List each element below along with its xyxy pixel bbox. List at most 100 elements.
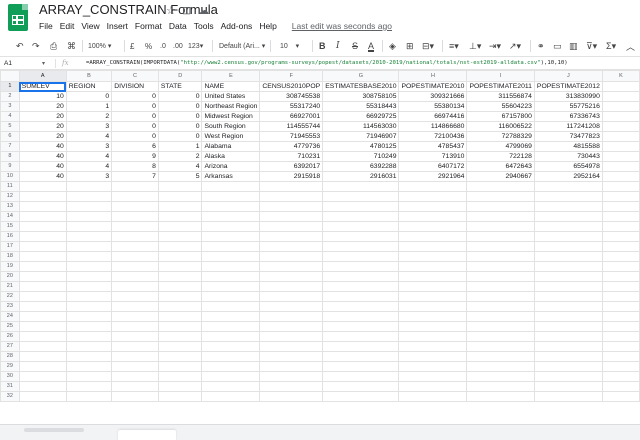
cell-b31[interactable] <box>65 381 113 392</box>
undo-icon[interactable]: ↶ <box>16 39 24 53</box>
menu-addons[interactable]: Add-ons <box>221 21 253 31</box>
cell-a12[interactable] <box>18 191 67 202</box>
cell-b24[interactable] <box>65 311 113 322</box>
cell-g32[interactable] <box>322 391 400 402</box>
font-size-select[interactable]: 10 ▾ <box>280 39 299 53</box>
cell-h6[interactable]: 72100436 <box>398 131 468 142</box>
cell-h15[interactable] <box>398 221 468 232</box>
cell-i24[interactable] <box>466 311 535 322</box>
row-header[interactable]: 7 <box>0 141 20 152</box>
cell-g3[interactable]: 55318443 <box>322 101 400 112</box>
cell-f2[interactable]: 308745538 <box>259 91 324 102</box>
cell-a15[interactable] <box>18 221 67 232</box>
cell-f24[interactable] <box>259 311 324 322</box>
cell-e6[interactable]: West Region <box>201 131 261 142</box>
cell-d32[interactable] <box>157 391 203 402</box>
cell-d8[interactable]: 2 <box>157 151 203 162</box>
cell-g19[interactable] <box>322 261 400 272</box>
cell-g30[interactable] <box>322 371 400 382</box>
column-header-g[interactable]: G <box>322 70 400 82</box>
cell-g10[interactable]: 2916031 <box>322 171 400 182</box>
cell-i2[interactable]: 311556874 <box>466 91 535 102</box>
cell-h23[interactable] <box>398 301 468 312</box>
cell-i6[interactable]: 72788329 <box>466 131 535 142</box>
cell-b17[interactable] <box>65 241 113 252</box>
cell-i18[interactable] <box>466 251 535 262</box>
cell-f28[interactable] <box>259 351 324 362</box>
cell-d21[interactable] <box>157 281 203 292</box>
functions-icon[interactable]: Σ▾ <box>606 39 616 53</box>
cell-h5[interactable]: 114866680 <box>398 121 468 132</box>
cell-i31[interactable] <box>466 381 535 392</box>
row-header[interactable]: 2 <box>0 91 20 102</box>
cell-k8[interactable] <box>601 151 640 162</box>
cell-g12[interactable] <box>322 191 400 202</box>
cell-c21[interactable] <box>111 281 159 292</box>
row-header[interactable]: 6 <box>0 131 20 142</box>
cell-k31[interactable] <box>601 381 640 392</box>
cell-i17[interactable] <box>466 241 535 252</box>
cloud-status-icon[interactable]: ☁ <box>198 4 209 17</box>
cell-e14[interactable] <box>201 211 261 222</box>
cell-f5[interactable]: 114555744 <box>259 121 324 132</box>
cell-g22[interactable] <box>322 291 400 302</box>
cell-d12[interactable] <box>157 191 203 202</box>
insert-link-icon[interactable]: ⚭ <box>537 39 545 53</box>
row-header[interactable]: 26 <box>0 331 20 342</box>
cell-c4[interactable]: 0 <box>111 111 159 122</box>
cell-i10[interactable]: 2940667 <box>466 171 535 182</box>
cell-i3[interactable]: 55604223 <box>466 101 535 112</box>
cell-c13[interactable] <box>111 201 159 212</box>
cell-d20[interactable] <box>157 271 203 282</box>
text-wrap-icon[interactable]: ⇥▾ <box>489 39 501 53</box>
merge-cells-icon[interactable]: ⊟▾ <box>422 39 434 53</box>
cell-k7[interactable] <box>601 141 640 152</box>
cell-b13[interactable] <box>65 201 113 212</box>
row-header[interactable]: 15 <box>0 221 20 232</box>
cell-k28[interactable] <box>601 351 640 362</box>
cell-h1[interactable]: POPESTIMATE2010 <box>398 81 468 92</box>
row-header[interactable]: 16 <box>0 231 20 242</box>
cell-d24[interactable] <box>157 311 203 322</box>
cell-f25[interactable] <box>259 321 324 332</box>
cell-d6[interactable]: 0 <box>157 131 203 142</box>
cell-f16[interactable] <box>259 231 324 242</box>
cell-f32[interactable] <box>259 391 324 402</box>
cell-j13[interactable] <box>533 201 603 212</box>
row-header[interactable]: 30 <box>0 371 20 382</box>
cell-h22[interactable] <box>398 291 468 302</box>
cell-k21[interactable] <box>601 281 640 292</box>
cell-j20[interactable] <box>533 271 603 282</box>
fill-color-icon[interactable]: ◈ <box>389 39 396 53</box>
cell-c12[interactable] <box>111 191 159 202</box>
column-header-a[interactable]: A <box>18 70 67 82</box>
row-header[interactable]: 12 <box>0 191 20 202</box>
cell-i19[interactable] <box>466 261 535 272</box>
cell-c29[interactable] <box>111 361 159 372</box>
cell-j1[interactable]: POPESTIMATE2012 <box>533 81 603 92</box>
cell-j25[interactable] <box>533 321 603 332</box>
cell-j31[interactable] <box>533 381 603 392</box>
cell-c18[interactable] <box>111 251 159 262</box>
cell-d29[interactable] <box>157 361 203 372</box>
cell-c2[interactable]: 0 <box>111 91 159 102</box>
cell-b26[interactable] <box>65 331 113 342</box>
cell-j11[interactable] <box>533 181 603 192</box>
cell-i28[interactable] <box>466 351 535 362</box>
cell-i23[interactable] <box>466 301 535 312</box>
text-color-button[interactable]: A <box>368 39 374 53</box>
cell-e1[interactable]: NAME <box>201 81 261 92</box>
cell-b29[interactable] <box>65 361 113 372</box>
cell-g13[interactable] <box>322 201 400 212</box>
cell-c31[interactable] <box>111 381 159 392</box>
cell-a5[interactable]: 20 <box>18 121 67 132</box>
cell-i8[interactable]: 722128 <box>466 151 535 162</box>
cell-h20[interactable] <box>398 271 468 282</box>
cell-h18[interactable] <box>398 251 468 262</box>
row-header[interactable]: 18 <box>0 251 20 262</box>
cell-c7[interactable]: 6 <box>111 141 159 152</box>
cell-b8[interactable]: 4 <box>65 151 113 162</box>
cell-g27[interactable] <box>322 341 400 352</box>
cell-c22[interactable] <box>111 291 159 302</box>
cell-a14[interactable] <box>18 211 67 222</box>
